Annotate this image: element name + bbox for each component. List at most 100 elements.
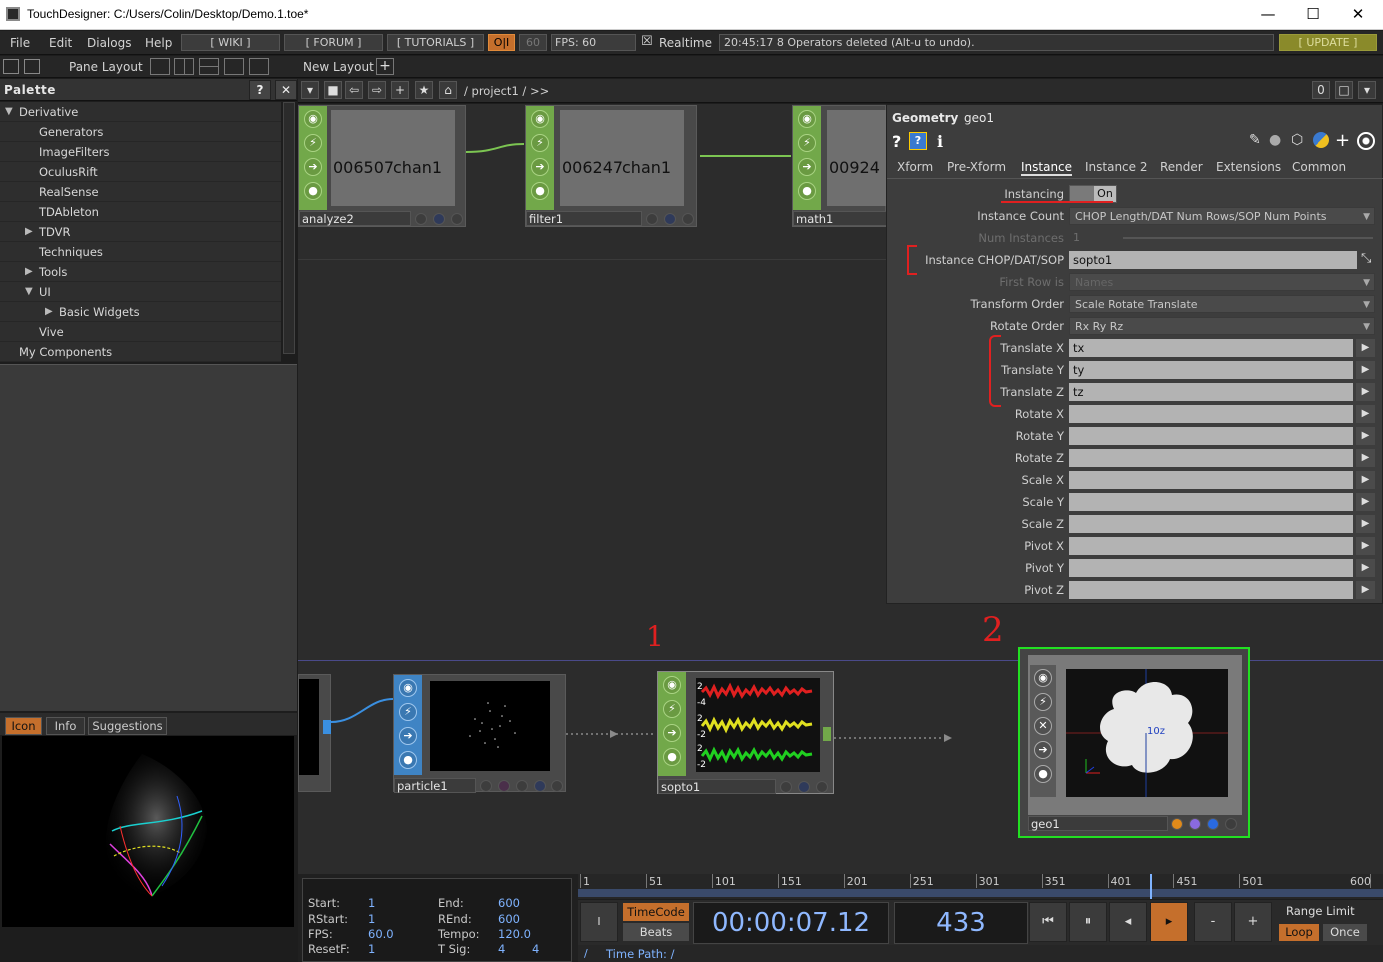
target-icon[interactable] (1357, 132, 1375, 150)
tab-icon[interactable]: Icon (5, 717, 42, 735)
param-expand-icon[interactable]: ▶ (1356, 559, 1375, 577)
param-field-sx[interactable] (1069, 471, 1353, 489)
chevron-down-icon[interactable]: ▾ (301, 81, 319, 99)
viewer-icon[interactable]: ◉ (304, 110, 322, 128)
flag[interactable] (1189, 818, 1201, 830)
param-expand-icon[interactable]: ▶ (1356, 581, 1375, 599)
viewer-icon[interactable]: ◉ (663, 676, 681, 694)
flag[interactable] (480, 780, 492, 792)
bookmark-icon[interactable]: ⬡ (1291, 132, 1303, 148)
node-sopto1[interactable]: ◉ ⚡ ➔ ● 2 -4 2 -2 2 -2 sopto1 (657, 671, 834, 794)
screen-icon[interactable] (3, 59, 19, 74)
tab-extensions[interactable]: Extensions (1216, 160, 1281, 174)
param-expand-icon[interactable]: ▶ (1356, 537, 1375, 555)
expand-icon[interactable]: ▼ (5, 102, 13, 122)
forum-button[interactable]: [ FORUM ] (284, 34, 383, 51)
time-path[interactable]: Time Path: / (606, 947, 674, 961)
cook-icon[interactable]: ⚡ (399, 703, 417, 721)
param-expand-icon[interactable]: ▶ (1356, 449, 1375, 467)
resetf-value[interactable]: 1 (368, 942, 375, 956)
flag[interactable] (551, 780, 563, 792)
node-name[interactable]: math1 (793, 211, 887, 226)
tab-pre-xform[interactable]: Pre-Xform (947, 160, 1006, 174)
python-help-icon[interactable]: ? (909, 132, 927, 150)
add-icon[interactable]: + (391, 81, 409, 99)
palette-item[interactable]: RealSense (0, 182, 281, 202)
timeline-range-bar[interactable] (578, 889, 1383, 897)
param-field-ry[interactable] (1069, 427, 1353, 445)
param-expand-icon[interactable]: ▶ (1356, 493, 1375, 511)
cook-icon[interactable]: ⚡ (663, 700, 681, 718)
node-name[interactable]: analyze2 (299, 211, 411, 226)
arrow-right-icon[interactable]: ➔ (531, 158, 549, 176)
flag[interactable] (1207, 818, 1219, 830)
flag[interactable] (682, 213, 694, 225)
param-expand-icon[interactable]: ▶ (1356, 383, 1375, 401)
close-icon[interactable]: ✕ (1034, 717, 1052, 735)
start-value[interactable]: 1 (368, 896, 375, 910)
lock-icon[interactable]: ● (663, 748, 681, 766)
tab-instance[interactable]: Instance (1021, 160, 1073, 176)
tutorials-button[interactable]: [ TUTORIALS ] (387, 34, 484, 51)
palette-close-button[interactable]: ✕ (275, 80, 297, 100)
param-menu[interactable]: CHOP Length/DAT Num Rows/SOP Num Points ▼ (1069, 207, 1375, 225)
layout-single-icon[interactable] (150, 58, 170, 75)
param-field-rz[interactable] (1069, 449, 1353, 467)
param-expand-icon[interactable]: ▶ (1356, 339, 1375, 357)
realtime-checkbox[interactable]: ☒ (641, 34, 653, 49)
palette-item[interactable]: ▶ Tools (0, 262, 281, 282)
param-expand-icon[interactable]: ▶ (1356, 515, 1375, 533)
playhead[interactable] (1149, 874, 1152, 899)
home-icon[interactable]: ⌂ (439, 81, 457, 99)
python-icon[interactable] (1313, 132, 1329, 148)
comment-icon[interactable]: ● (1269, 132, 1281, 148)
node-particle1[interactable]: ◉ ⚡ ➔ ● particle1 (393, 674, 566, 793)
plus-button[interactable]: + (1234, 902, 1272, 942)
output-connector[interactable] (323, 720, 331, 734)
layout-quad-icon[interactable] (249, 58, 269, 75)
param-expand-icon[interactable]: ▶ (1356, 427, 1375, 445)
menu-edit[interactable]: Edit (49, 36, 72, 50)
pane-menu-icon[interactable]: ▾ (1358, 81, 1376, 99)
arrow-right-icon[interactable]: ➔ (1034, 741, 1052, 759)
i-button[interactable]: I (580, 902, 618, 942)
end-value[interactable]: 600 (498, 896, 520, 910)
flag[interactable] (516, 780, 528, 792)
palette-item[interactable]: ▼ UI (0, 282, 281, 302)
param-menu[interactable]: Scale Rotate Translate ▼ (1069, 295, 1375, 313)
rstart-value[interactable]: 1 (368, 912, 375, 926)
op-picker-icon[interactable]: ⤡ (1361, 251, 1371, 266)
layout-three-icon[interactable] (224, 58, 244, 75)
node-name[interactable]: sopto1 (658, 779, 776, 794)
lock-icon[interactable]: ● (798, 182, 816, 200)
forward-icon[interactable]: ⇨ (368, 81, 386, 99)
param-expand-icon[interactable]: ▶ (1356, 405, 1375, 423)
param-menu[interactable]: Rx Ry Rz ▼ (1069, 317, 1375, 335)
rewind-icon[interactable]: ⏮ (1029, 902, 1067, 942)
update-button[interactable]: [ UPDATE ] (1279, 34, 1377, 51)
palette-item[interactable]: ▼ Derivative (0, 102, 281, 122)
flag[interactable] (816, 781, 828, 793)
param-expand-icon[interactable]: ▶ (1356, 471, 1375, 489)
pause-icon[interactable]: ⏸ (1069, 902, 1107, 942)
menu-file[interactable]: File (10, 36, 30, 50)
step-back-icon[interactable]: ◂ (1109, 902, 1147, 942)
arrow-right-icon[interactable]: ➔ (399, 727, 417, 745)
close-button[interactable]: ✕ (1335, 0, 1381, 30)
flag[interactable] (415, 213, 427, 225)
help-icon[interactable]: ? (892, 132, 901, 151)
tab-render[interactable]: Render (1160, 160, 1203, 174)
param-field-py[interactable] (1069, 559, 1353, 577)
star-icon[interactable]: ★ (415, 81, 433, 99)
cook-icon[interactable]: ⚡ (304, 134, 322, 152)
output-connector[interactable] (823, 727, 831, 741)
expand-icon[interactable]: ▼ (25, 282, 33, 302)
param-field-pz[interactable] (1069, 581, 1353, 599)
layout-split-h-icon[interactable] (199, 58, 219, 75)
palette-item[interactable]: OculusRift (0, 162, 281, 182)
flag[interactable] (798, 781, 810, 793)
timeline-ruler[interactable]: 1 51 101 151 201 251 301 351 401 451 501 600 (578, 874, 1383, 899)
viewer-icon[interactable]: ◉ (1034, 669, 1052, 687)
arrow-right-icon[interactable]: ➔ (798, 158, 816, 176)
param-field-sz[interactable] (1069, 515, 1353, 533)
